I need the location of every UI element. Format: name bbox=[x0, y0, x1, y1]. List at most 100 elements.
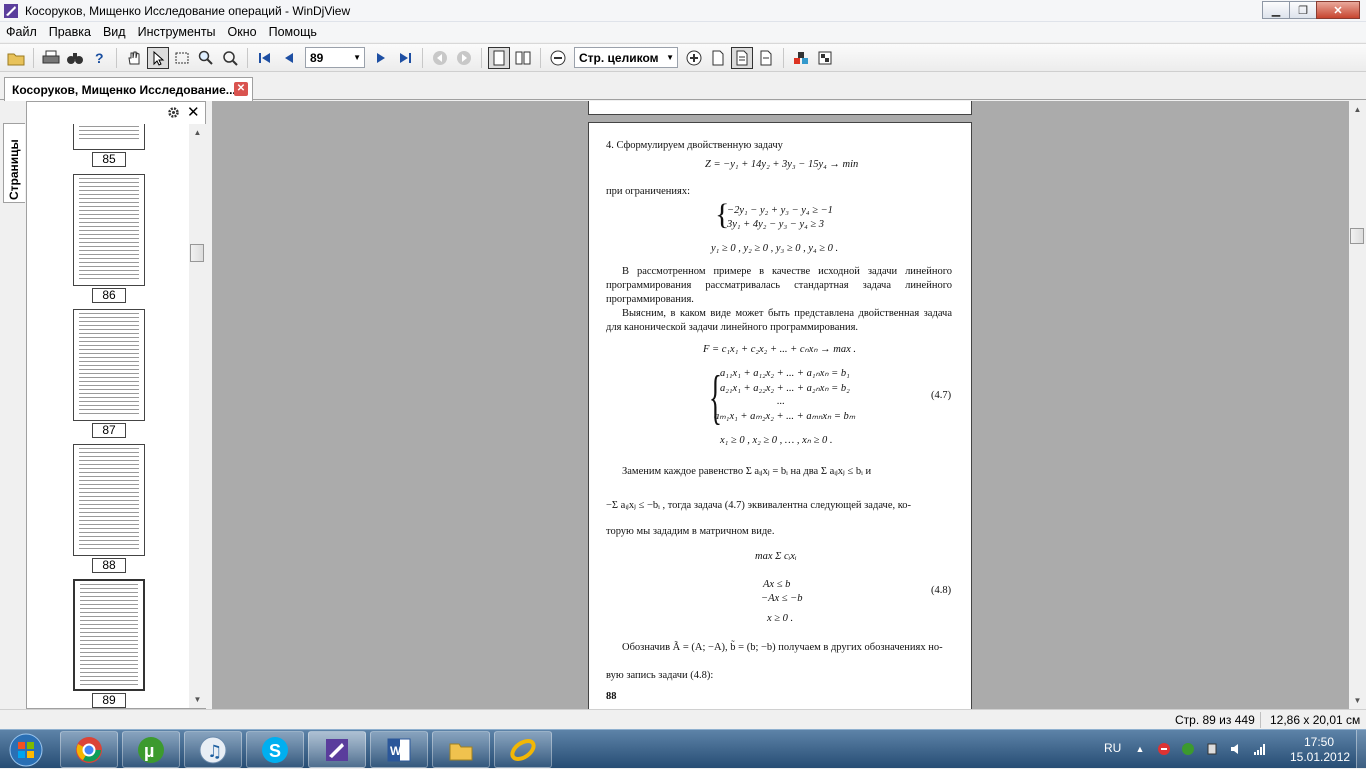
formula-matrix-3: x ≥ 0 . bbox=[767, 613, 794, 624]
fit-page-icon[interactable] bbox=[707, 47, 729, 69]
taskbar-itunes[interactable]: ♫ bbox=[184, 731, 242, 768]
tray-language[interactable]: RU bbox=[1104, 741, 1121, 755]
minimize-button[interactable]: ▁ bbox=[1262, 1, 1290, 19]
zoom-in-icon[interactable] bbox=[683, 47, 705, 69]
page-number-combo[interactable]: 89 ▼ bbox=[305, 47, 365, 68]
svg-text:W: W bbox=[390, 744, 402, 758]
actual-size-icon[interactable] bbox=[731, 46, 753, 69]
taskbar-utorrent[interactable]: µ bbox=[122, 731, 180, 768]
formula-system-row-1: a₁₁x₁ + a₁₂x₂ + ... + a₁ₙxₙ = b₁ bbox=[720, 368, 850, 379]
restore-button[interactable]: ❐ bbox=[1289, 1, 1317, 19]
taskbar-word[interactable]: W bbox=[370, 731, 428, 768]
formula-nonneg-y: y₁ ≥ 0 , y₂ ≥ 0 , y₃ ≥ 0 , y₄ ≥ 0 . bbox=[711, 243, 839, 254]
status-bar: Стр. 89 из 449 12,86 x 20,01 см bbox=[0, 709, 1366, 729]
page-thumbnail[interactable] bbox=[73, 124, 145, 150]
tray-stop-icon[interactable] bbox=[1156, 741, 1172, 757]
find-binoculars-icon[interactable] bbox=[64, 47, 86, 69]
svg-text:?: ? bbox=[95, 50, 104, 66]
document-view[interactable]: 4. Сформулируем двойственную задачу Z = … bbox=[212, 101, 1349, 709]
last-page-icon[interactable] bbox=[394, 47, 416, 69]
document-scrollbar[interactable]: ▲ ▼ bbox=[1349, 101, 1366, 709]
close-tab-icon[interactable]: ✕ bbox=[234, 82, 248, 96]
single-page-icon[interactable] bbox=[488, 46, 510, 69]
thumbnails-panel-header: ✕ bbox=[27, 102, 205, 124]
previous-page-edge bbox=[588, 101, 972, 115]
equation-number-4-8: (4.8) bbox=[931, 585, 952, 596]
taskbar-windjview[interactable] bbox=[308, 731, 366, 768]
display-mode-icon[interactable] bbox=[814, 47, 836, 69]
page-thumbnail[interactable] bbox=[73, 309, 145, 421]
forward-icon[interactable] bbox=[453, 47, 475, 69]
menu-tools[interactable]: Инструменты bbox=[132, 25, 222, 39]
thumbnail-label[interactable]: 88 bbox=[92, 558, 126, 573]
page-thumbnail[interactable] bbox=[73, 444, 145, 556]
menu-help[interactable]: Помощь bbox=[263, 25, 323, 39]
select-tool-icon[interactable] bbox=[147, 46, 169, 69]
word-icon: W bbox=[387, 738, 411, 761]
start-button[interactable] bbox=[4, 731, 48, 769]
zoom-out-icon[interactable] bbox=[547, 47, 569, 69]
taskbar-app[interactable] bbox=[494, 731, 552, 768]
tray-utorrent-icon[interactable] bbox=[1180, 741, 1196, 757]
taskbar-chrome[interactable] bbox=[60, 731, 118, 768]
item-4-text: 4. Сформулируем двойственную задачу bbox=[606, 140, 783, 151]
magnifier-icon[interactable] bbox=[219, 47, 241, 69]
pages-tab[interactable]: Страницы bbox=[3, 123, 25, 203]
scroll-up-icon[interactable]: ▲ bbox=[189, 124, 206, 141]
sidebar-tabstrip: Страницы bbox=[0, 101, 26, 709]
toolbar-separator bbox=[422, 47, 423, 68]
tray-expand-icon[interactable]: ▲ bbox=[1132, 741, 1148, 757]
zoom-tool-icon[interactable] bbox=[195, 47, 217, 69]
two-pages-icon[interactable] bbox=[512, 47, 534, 69]
fit-width-icon[interactable] bbox=[755, 47, 777, 69]
thumbnail-label[interactable]: 85 bbox=[92, 152, 126, 167]
page-thumbnail[interactable] bbox=[73, 174, 145, 286]
page-thumbnail-current[interactable] bbox=[73, 579, 145, 691]
scroll-down-icon[interactable]: ▼ bbox=[1349, 692, 1366, 709]
zoom-combo[interactable]: Стр. целиком ▼ bbox=[574, 47, 678, 68]
paragraph-3-line-1: Заменим каждое равенство Σ aᵢⱼxⱼ = bᵢ на… bbox=[622, 466, 872, 477]
taskbar-explorer[interactable] bbox=[432, 731, 490, 768]
menu-view[interactable]: Вид bbox=[97, 25, 132, 39]
menu-edit[interactable]: Правка bbox=[43, 25, 97, 39]
tray-volume-icon[interactable] bbox=[1228, 741, 1244, 757]
menu-window[interactable]: Окно bbox=[222, 25, 263, 39]
settings-gear-icon[interactable] bbox=[167, 106, 180, 122]
back-icon[interactable] bbox=[429, 47, 451, 69]
folder-icon bbox=[449, 743, 473, 760]
scroll-up-icon[interactable]: ▲ bbox=[1349, 101, 1366, 118]
scrollbar-thumb[interactable] bbox=[1350, 228, 1364, 244]
first-page-icon[interactable] bbox=[254, 47, 276, 69]
close-button[interactable]: ✕ bbox=[1316, 1, 1360, 19]
hand-tool-icon[interactable] bbox=[123, 47, 145, 69]
menu-file[interactable]: Файл bbox=[0, 25, 43, 39]
printed-page-number: 88 bbox=[606, 691, 617, 702]
svg-text:S: S bbox=[269, 741, 281, 761]
toolbar-separator bbox=[33, 47, 34, 68]
constraints-intro: при ограничениях: bbox=[606, 186, 690, 197]
tray-device-icon[interactable] bbox=[1204, 741, 1220, 757]
prev-page-icon[interactable] bbox=[278, 47, 300, 69]
thumbnail-label[interactable]: 89 bbox=[92, 693, 126, 708]
show-desktop-button[interactable] bbox=[1356, 730, 1366, 769]
windjview-icon bbox=[326, 738, 348, 761]
thumbnail-label[interactable]: 86 bbox=[92, 288, 126, 303]
formula-nonneg-x: x₁ ≥ 0 , x₂ ≥ 0 , … , xₙ ≥ 0 . bbox=[720, 435, 833, 446]
open-folder-icon[interactable] bbox=[5, 47, 27, 69]
color-mode-icon[interactable] bbox=[790, 47, 812, 69]
thumbnail-label[interactable]: 87 bbox=[92, 423, 126, 438]
status-page-info: Стр. 89 из 449 bbox=[1175, 713, 1255, 727]
rect-select-icon[interactable] bbox=[171, 47, 193, 69]
print-icon[interactable] bbox=[40, 47, 62, 69]
close-panel-icon[interactable]: ✕ bbox=[187, 103, 200, 121]
document-tab-label: Косоруков, Мищенко Исследование... bbox=[12, 82, 236, 97]
next-page-icon[interactable] bbox=[370, 47, 392, 69]
taskbar-skype[interactable]: S bbox=[246, 731, 304, 768]
tray-network-icon[interactable] bbox=[1252, 741, 1268, 757]
scroll-down-icon[interactable]: ▼ bbox=[189, 691, 206, 708]
tray-clock[interactable]: 17:50 15.01.2012 bbox=[1290, 735, 1350, 765]
thumbnails-scrollbar[interactable]: ▲ ▼ bbox=[189, 124, 206, 708]
scrollbar-thumb[interactable] bbox=[190, 244, 204, 262]
document-tab[interactable]: Косоруков, Мищенко Исследование... ✕ bbox=[4, 77, 253, 101]
help-icon[interactable]: ? bbox=[88, 47, 110, 69]
